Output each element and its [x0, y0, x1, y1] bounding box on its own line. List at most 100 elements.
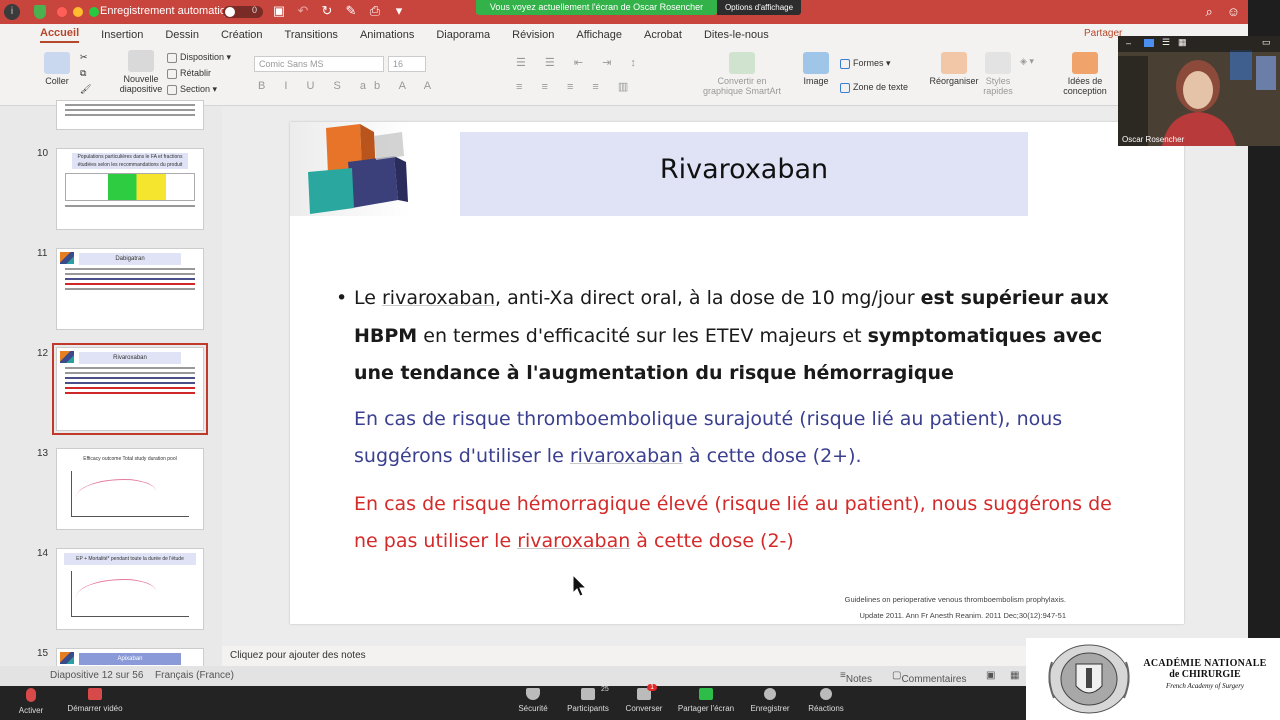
- ribbon-tab-10[interactable]: Dites-le-nous: [704, 29, 769, 41]
- smartart-button[interactable]: Convertir en graphique SmartArt: [700, 52, 784, 97]
- minimize-video-icon[interactable]: –: [1126, 38, 1131, 48]
- normal-view-icon[interactable]: ▣: [986, 670, 995, 681]
- academy-name-line3: French Academy of Surgery: [1165, 682, 1245, 690]
- thumb-chart: [71, 471, 189, 517]
- slide-thumbnail-9[interactable]: [56, 100, 204, 130]
- layout-button[interactable]: Disposition ▾: [167, 52, 231, 63]
- thumb-text-line: [65, 205, 195, 207]
- slide-thumbnail-11[interactable]: Dabigatran: [56, 248, 204, 330]
- video-controls: – ☰ ▦ ▭: [1118, 36, 1280, 52]
- customize-icon[interactable]: ▾: [392, 4, 406, 18]
- language-indicator[interactable]: Français (France): [155, 670, 234, 681]
- font-format-buttons[interactable]: B I U S ab A A: [258, 80, 439, 92]
- ribbon-tab-5[interactable]: Animations: [360, 29, 414, 41]
- ribbon-tab-9[interactable]: Acrobat: [644, 29, 682, 41]
- ribbon-tab-0[interactable]: Accueil: [40, 27, 80, 43]
- ribbon-tab-6[interactable]: Diaporama: [436, 29, 490, 41]
- edit-icon[interactable]: ✎: [344, 4, 358, 18]
- participant-name: Oscar Rosencher: [1122, 135, 1185, 144]
- start-video-button[interactable]: Démarrer vidéo: [64, 688, 126, 713]
- view-options-button[interactable]: Options d'affichage: [717, 0, 801, 15]
- font-name-select[interactable]: Comic Sans MS: [254, 56, 384, 72]
- shape-fill-button[interactable]: ◈ ▾: [1020, 56, 1034, 67]
- notes-button[interactable]: ≡ Notes: [840, 670, 872, 685]
- thumb-text-line: [65, 278, 195, 280]
- unmute-label: Activer: [18, 706, 44, 715]
- minimize-window-icon[interactable]: [73, 7, 83, 17]
- ribbon-tab-7[interactable]: Révision: [512, 29, 554, 41]
- reactions-button[interactable]: Réactions: [804, 688, 848, 713]
- image-button[interactable]: Image: [800, 52, 832, 87]
- sorter-view-icon[interactable]: ▦: [1010, 670, 1019, 681]
- ribbon-tab-4[interactable]: Transitions: [285, 29, 338, 41]
- decorative-cube-logo: [290, 122, 410, 216]
- info-icon[interactable]: i: [4, 4, 20, 20]
- thumb-number-13: 13: [37, 448, 49, 459]
- thumb-text-line: [65, 387, 195, 389]
- camera-off-icon: [88, 688, 102, 700]
- reset-icon: [167, 68, 177, 79]
- paste-button[interactable]: Coller: [40, 52, 74, 87]
- ribbon-tab-8[interactable]: Affichage: [576, 29, 622, 41]
- autosave-toggle[interactable]: 0: [223, 5, 263, 18]
- record-button[interactable]: Enregistrer: [746, 688, 794, 713]
- participant-video[interactable]: Oscar Rosencher: [1118, 36, 1280, 146]
- share-screen-button[interactable]: Partager l'écran: [674, 688, 738, 713]
- new-slide-button[interactable]: Nouvelle diapositive: [116, 50, 166, 95]
- copy-icon[interactable]: ⧉: [80, 68, 86, 79]
- slide-title-box[interactable]: Rivaroxaban: [460, 132, 1028, 216]
- account-icon[interactable]: ☺: [1227, 4, 1240, 20]
- comments-button[interactable]: ▢ Commentaires: [892, 670, 966, 685]
- slide-thumbnail-10[interactable]: Populations particulières dans le FA et …: [56, 148, 204, 230]
- chat-badge: 1: [647, 684, 657, 691]
- security-button[interactable]: Sécurité: [514, 688, 552, 713]
- bullet-paragraph: Le rivaroxaban, anti-Xa direct oral, à l…: [336, 280, 1136, 393]
- current-slide[interactable]: Rivaroxaban Le rivaroxaban, anti-Xa dire…: [290, 122, 1184, 624]
- list-buttons[interactable]: ☰ ☰ ⇤ ⇥ ↕: [516, 56, 644, 69]
- slide-thumbnail-pane: 10 Populations particulières dans le FA …: [0, 100, 222, 678]
- save-icon[interactable]: ▣: [272, 4, 286, 18]
- cut-icon[interactable]: ✂: [80, 52, 88, 63]
- print-icon[interactable]: ⎙: [368, 4, 382, 18]
- alignment-buttons[interactable]: ≡ ≡ ≡ ≡ ▥: [516, 80, 636, 93]
- reset-button[interactable]: Rétablir: [167, 68, 211, 79]
- participants-button[interactable]: 25 Participants: [562, 686, 614, 713]
- slide-thumbnail-13[interactable]: Efficacy outcome Total study duration po…: [56, 448, 204, 530]
- textbox-label: Zone de texte: [853, 82, 909, 92]
- ribbon-tab-3[interactable]: Création: [221, 29, 263, 41]
- font-size-select[interactable]: 16: [388, 56, 426, 72]
- section-label: Section: [180, 84, 211, 94]
- chat-button[interactable]: 1 Converser: [622, 684, 666, 713]
- slide-body[interactable]: Le rivaroxaban, anti-Xa direct oral, à l…: [336, 280, 1136, 561]
- ribbon-tab-2[interactable]: Dessin: [165, 29, 199, 41]
- participants-label: Participants: [567, 704, 609, 713]
- gallery-view-icon[interactable]: ▦: [1178, 37, 1187, 48]
- share-document-button[interactable]: Partager: [1084, 28, 1122, 39]
- arrange-button[interactable]: Réorganiser: [928, 52, 980, 87]
- format-painter-icon[interactable]: 🖌: [80, 84, 91, 95]
- new-slide-label: Nouvelle diapositive: [119, 74, 163, 94]
- thumb-text-line: [65, 288, 195, 290]
- quick-styles-button[interactable]: Styles rapides: [980, 52, 1016, 97]
- image-icon: [803, 52, 829, 74]
- slide-thumbnail-12-selected[interactable]: Rivaroxaban: [52, 343, 208, 435]
- thumb-number-14: 14: [37, 548, 49, 559]
- strip-view-icon[interactable]: ☰: [1162, 37, 1170, 48]
- design-ideas-label: Idées de conception: [1063, 76, 1107, 96]
- textbox-button[interactable]: Zone de texte: [840, 82, 908, 93]
- reference-line: Update 2011. Ann Fr Anesth Reanim. 2011 …: [859, 611, 1066, 620]
- shapes-button[interactable]: Formes ▾: [840, 58, 891, 69]
- design-ideas-button[interactable]: Idées de conception: [1060, 52, 1110, 97]
- undo-icon[interactable]: ↶: [296, 4, 310, 18]
- unmute-button[interactable]: Activer: [14, 688, 48, 715]
- slide-thumbnail-14[interactable]: EP + Mortalité* pendant toute la durée d…: [56, 548, 204, 630]
- ribbon-tab-1[interactable]: Insertion: [101, 29, 143, 41]
- redo-icon[interactable]: ↻: [320, 4, 334, 18]
- speaker-view-icon[interactable]: [1144, 39, 1154, 47]
- share-screen-label: Partager l'écran: [677, 704, 735, 713]
- maximize-window-icon[interactable]: [89, 7, 99, 17]
- search-icon[interactable]: ⌕: [1205, 4, 1212, 20]
- section-button[interactable]: Section ▾: [167, 84, 217, 95]
- expand-video-icon[interactable]: ▭: [1262, 37, 1271, 48]
- close-window-icon[interactable]: [57, 7, 67, 17]
